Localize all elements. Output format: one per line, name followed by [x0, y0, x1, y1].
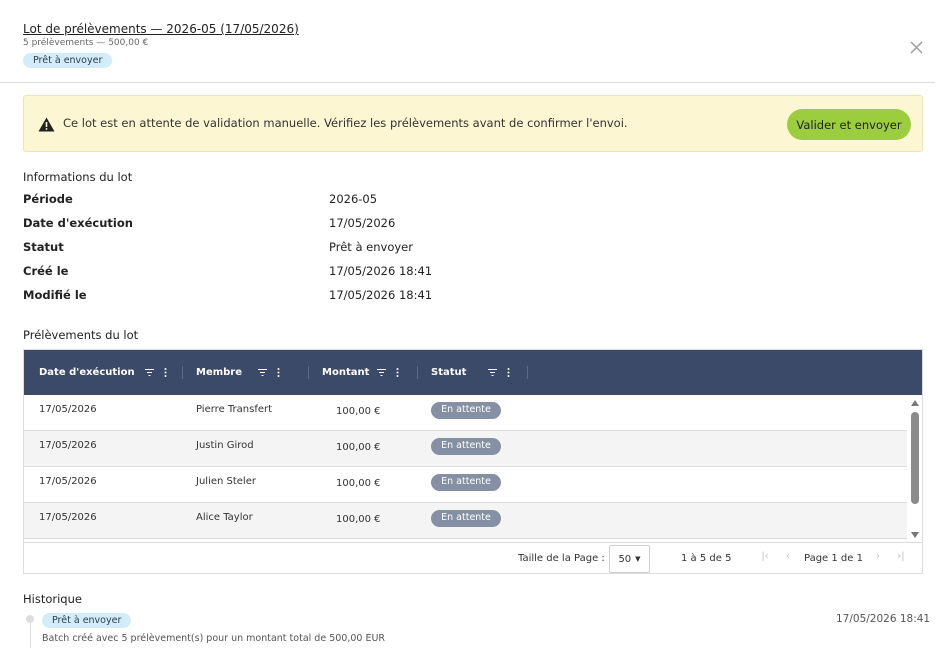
filter-icon[interactable] — [488, 369, 498, 376]
grid-header: Date d'exécution Membre Montant Statut — [24, 350, 922, 395]
status-label: Statut — [23, 240, 64, 254]
column-header-date[interactable]: Date d'exécution — [39, 350, 167, 395]
scroll-thumb[interactable] — [911, 412, 919, 504]
history-description: Batch créé avec 5 prélèvement(s) pour un… — [42, 633, 386, 644]
column-menu-icon[interactable] — [277, 368, 280, 377]
page-size-select[interactable]: 50 ▼ — [609, 545, 650, 573]
period-label: Période — [23, 192, 73, 206]
filter-icon[interactable] — [258, 369, 268, 376]
cell-amount: 100,00 € — [336, 514, 381, 525]
cell-member: Alice Taylor — [196, 512, 253, 523]
history-timestamp: 17/05/2026 18:41 — [836, 613, 931, 625]
validation-alert: Ce lot est en attente de validation manu… — [23, 95, 923, 152]
status-badge: Prêt à envoyer — [23, 53, 113, 68]
column-separator[interactable] — [417, 366, 418, 379]
cell-date: 17/05/2026 — [39, 512, 97, 523]
created-label: Créé le — [23, 264, 69, 278]
status-value: Prêt à envoyer — [329, 240, 413, 254]
grid-scrollbar[interactable] — [908, 395, 922, 542]
execution-date-value: 17/05/2026 — [329, 216, 396, 230]
column-header-status[interactable]: Statut — [431, 350, 510, 395]
batch-title[interactable]: Lot de prélèvements — 2026-05 (17/05/202… — [23, 22, 299, 36]
table-row[interactable]: 17/05/2026 Justin Girod 100,00 € En atte… — [24, 431, 907, 467]
grid-pagination: Taille de la Page : 50 ▼ 1 à 5 de 5 |‹ ‹… — [24, 542, 922, 573]
row-range: 1 à 5 de 5 — [681, 553, 732, 564]
filter-icon[interactable] — [377, 369, 387, 376]
previous-page-icon[interactable]: ‹ — [782, 551, 794, 565]
warning-icon — [38, 117, 55, 132]
period-value: 2026-05 — [329, 192, 378, 206]
scroll-down-arrow-icon[interactable] — [911, 532, 919, 538]
page-size-value: 50 — [618, 553, 632, 565]
column-header-label: Montant — [322, 367, 370, 378]
modified-value: 17/05/2026 18:41 — [329, 288, 433, 302]
column-separator[interactable] — [308, 366, 309, 379]
scroll-up-arrow-icon[interactable] — [911, 400, 919, 406]
column-header-label: Statut — [431, 367, 467, 378]
cell-amount: 100,00 € — [336, 406, 381, 417]
page-info: Page 1 de 1 — [804, 553, 863, 564]
column-header-member[interactable]: Membre — [196, 350, 280, 395]
cell-date: 17/05/2026 — [39, 404, 97, 415]
close-button[interactable] — [905, 36, 927, 58]
batch-subtitle: 5 prélèvements — 500,00 € — [23, 38, 149, 48]
column-header-label: Date d'exécution — [39, 367, 135, 378]
timeline-line — [30, 622, 31, 648]
modified-label: Modifié le — [23, 288, 87, 302]
grid-body: 17/05/2026 Pierre Transfert 100,00 € En … — [24, 395, 907, 542]
column-header-label: Membre — [196, 367, 243, 378]
filter-icon[interactable] — [144, 369, 154, 376]
first-page-icon[interactable]: |‹ — [759, 551, 771, 565]
column-menu-icon[interactable] — [507, 368, 510, 377]
status-pill: En attente — [431, 474, 501, 491]
debits-section-title: Prélèvements du lot — [23, 328, 139, 342]
cell-amount: 100,00 € — [336, 478, 381, 489]
timeline-dot — [26, 615, 34, 623]
created-value: 17/05/2026 18:41 — [329, 264, 433, 278]
modal-header: Lot de prélèvements — 2026-05 (17/05/202… — [0, 0, 935, 83]
page-size-label: Taille de la Page : — [518, 553, 605, 564]
cell-date: 17/05/2026 — [39, 440, 97, 451]
status-pill: En attente — [431, 438, 501, 455]
column-separator[interactable] — [527, 366, 528, 379]
debits-grid: Date d'exécution Membre Montant Statut 1… — [23, 349, 923, 574]
history-section-title: Historique — [23, 592, 82, 606]
cell-member: Justin Girod — [196, 440, 254, 451]
column-menu-icon[interactable] — [396, 368, 399, 377]
cell-member: Julien Steler — [196, 476, 256, 487]
table-row[interactable]: 17/05/2026 Julien Steler 100,00 € En att… — [24, 467, 907, 503]
cell-date: 17/05/2026 — [39, 476, 97, 487]
alert-message: Ce lot est en attente de validation manu… — [63, 116, 628, 130]
cell-amount: 100,00 € — [336, 442, 381, 453]
cell-member: Pierre Transfert — [196, 404, 273, 415]
chevron-down-icon: ▼ — [635, 555, 641, 563]
info-section-title: Informations du lot — [23, 170, 133, 184]
last-page-icon[interactable]: ›| — [895, 551, 907, 565]
column-separator[interactable] — [182, 366, 183, 379]
history-status-badge: Prêt à envoyer — [42, 613, 132, 628]
next-page-icon[interactable]: › — [872, 551, 884, 565]
close-icon — [910, 41, 922, 53]
column-header-amount[interactable]: Montant — [322, 350, 399, 395]
status-pill: En attente — [431, 402, 501, 419]
status-pill: En attente — [431, 510, 501, 527]
execution-date-label: Date d'exécution — [23, 216, 133, 230]
column-menu-icon[interactable] — [164, 368, 167, 377]
table-row[interactable]: 17/05/2026 Pierre Transfert 100,00 € En … — [24, 395, 907, 431]
validate-and-send-button[interactable]: Valider et envoyer — [787, 109, 911, 140]
table-row[interactable]: 17/05/2026 Alice Taylor 100,00 € En atte… — [24, 503, 907, 539]
